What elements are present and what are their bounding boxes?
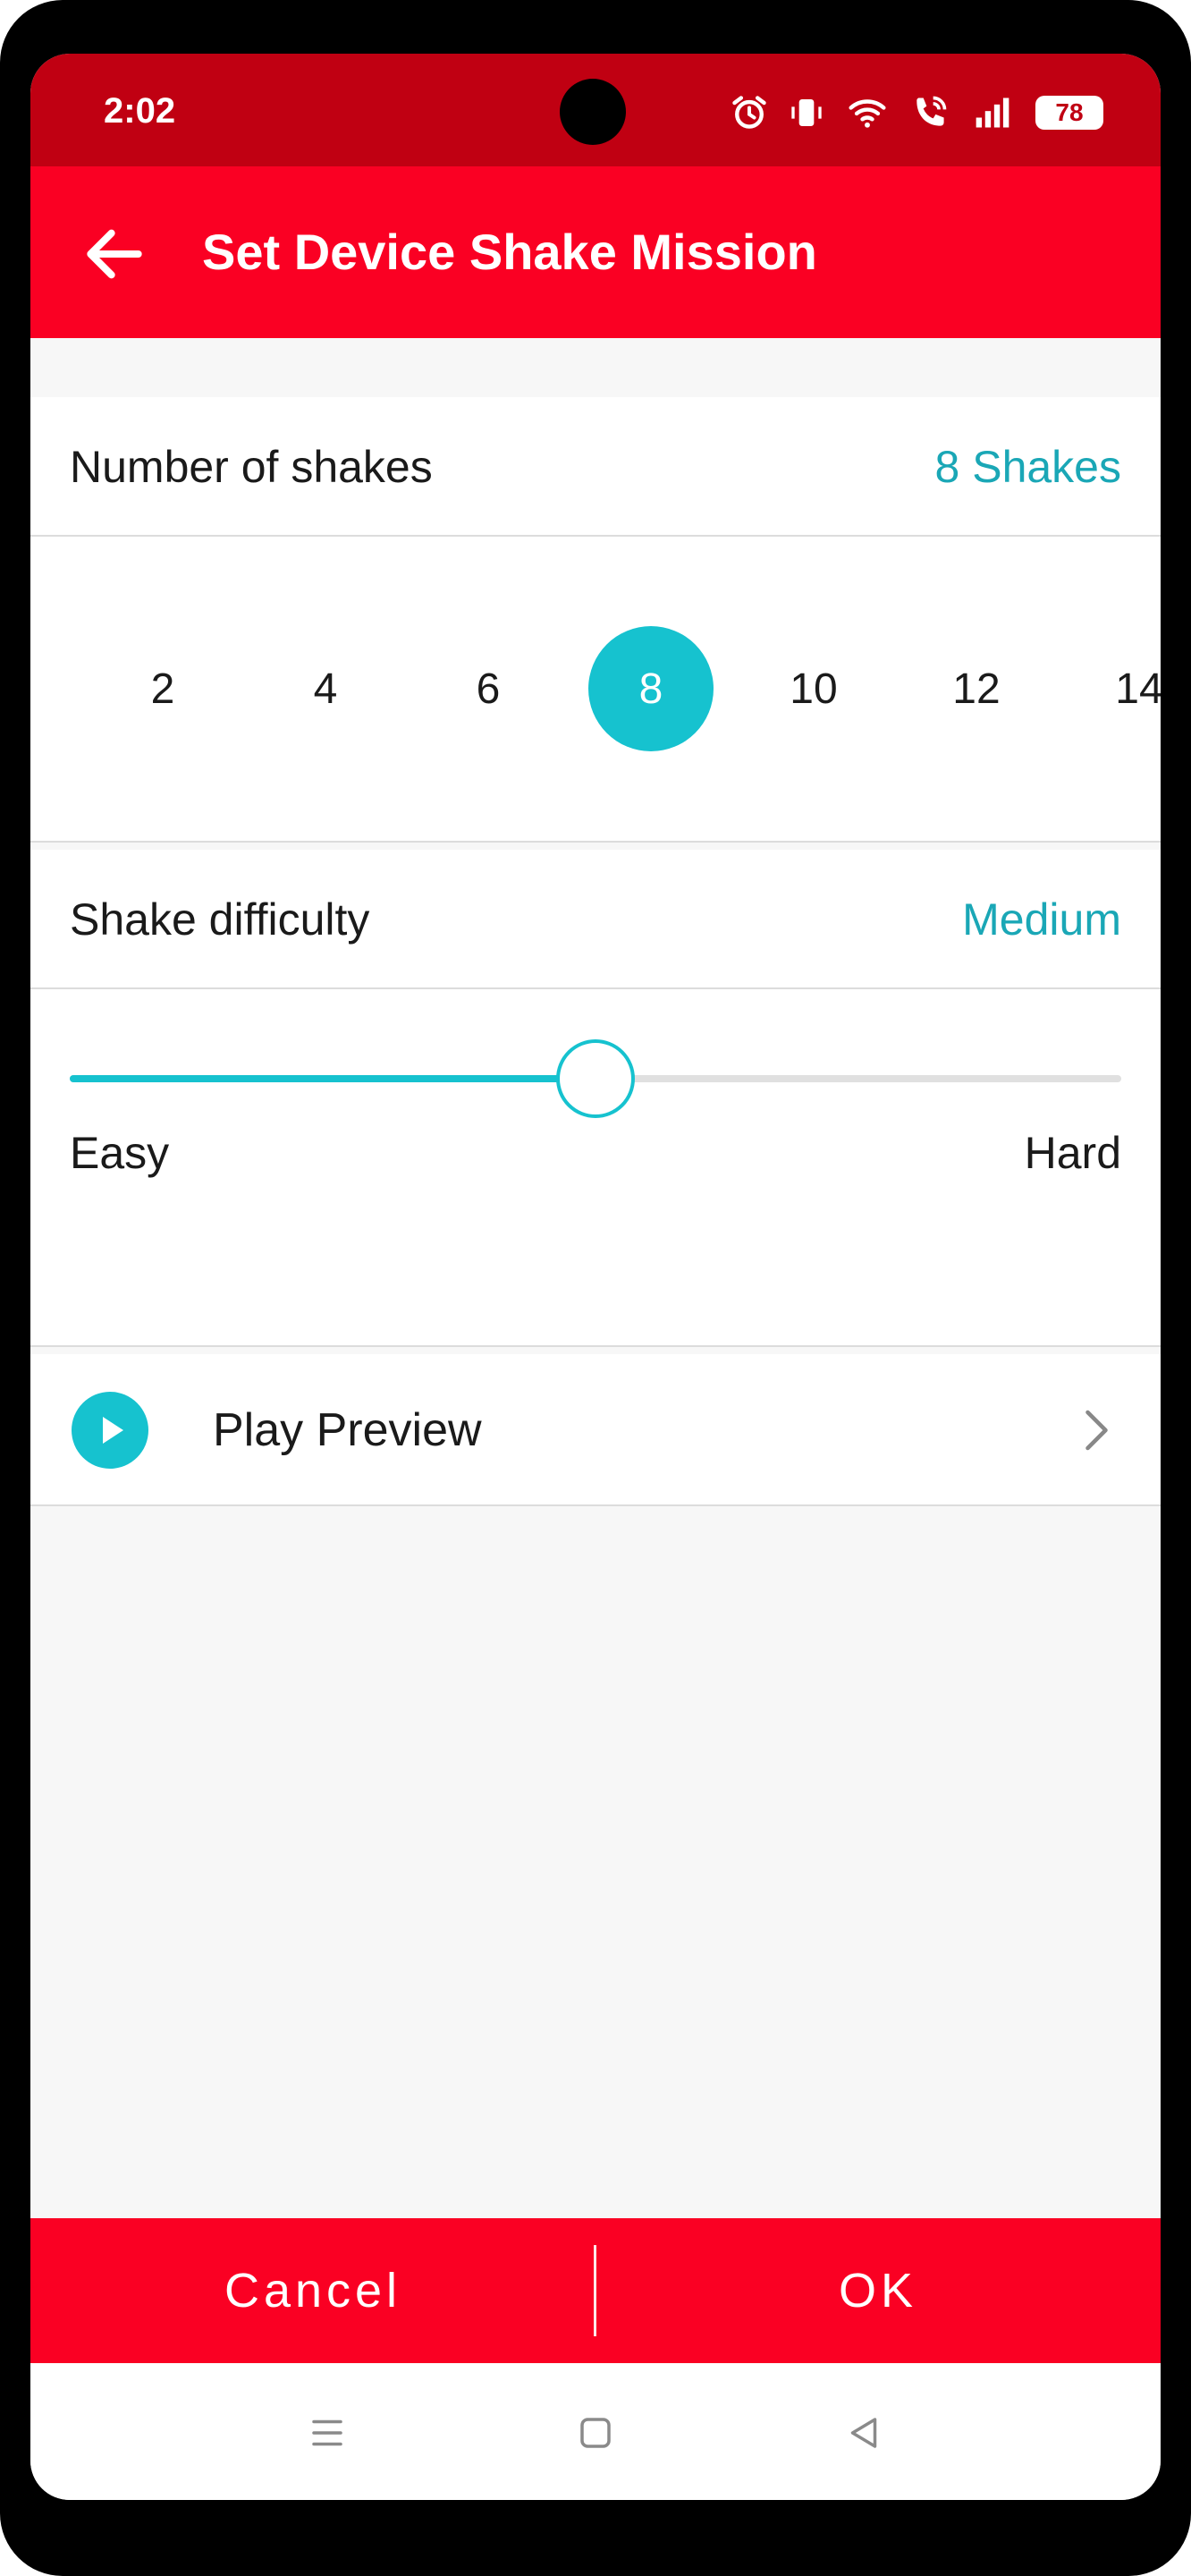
difficulty-value: Medium: [962, 894, 1121, 945]
recents-icon[interactable]: [300, 2406, 354, 2460]
status-icons: 78: [730, 89, 1103, 136]
shakes-header: Number of shakes 8 Shakes: [30, 397, 1161, 537]
difficulty-header: Shake difficulty Medium: [30, 850, 1161, 989]
camera-cutout: [560, 79, 626, 145]
vibrate-icon: [789, 93, 824, 132]
shake-options: 2 4 6 8 10 12 14: [30, 537, 1161, 841]
chevron-right-icon: [1068, 1403, 1121, 1457]
cancel-button[interactable]: Cancel: [30, 2218, 596, 2363]
shakes-card: Number of shakes 8 Shakes 2 4 6 8 10 12 …: [30, 397, 1161, 843]
shake-option[interactable]: 4: [263, 626, 388, 751]
shakes-label: Number of shakes: [70, 442, 433, 492]
shake-option[interactable]: 10: [751, 626, 876, 751]
slider-thumb[interactable]: [556, 1039, 635, 1118]
slider-fill: [70, 1075, 596, 1082]
signal-icon: [969, 93, 1016, 132]
system-nav-bar: [30, 2363, 1161, 2500]
alarm-icon: [730, 93, 769, 132]
slider-max-label: Hard: [1024, 1128, 1121, 1178]
slider-min-label: Easy: [70, 1128, 170, 1178]
wifi-call-icon: [910, 93, 950, 132]
status-time: 2:02: [104, 91, 176, 131]
button-divider: [594, 2245, 596, 2336]
difficulty-label: Shake difficulty: [70, 894, 370, 945]
device-frame: 2:02 78 Set Device Shake Mission Number …: [0, 0, 1191, 2576]
shake-option-selected[interactable]: 8: [588, 626, 714, 751]
screen: 2:02 78 Set Device Shake Mission Number …: [30, 54, 1161, 2500]
status-bar: 2:02 78: [30, 54, 1161, 166]
play-preview-row[interactable]: Play Preview: [30, 1354, 1161, 1506]
shake-option[interactable]: 14: [1077, 626, 1161, 751]
app-bar: Set Device Shake Mission: [30, 166, 1161, 338]
shake-option[interactable]: 6: [426, 626, 551, 751]
shake-option[interactable]: 2: [100, 626, 225, 751]
difficulty-card: Shake difficulty Medium Easy Hard: [30, 850, 1161, 1347]
battery-indicator: 78: [1035, 96, 1103, 130]
shakes-value: 8 Shakes: [934, 442, 1121, 492]
home-icon[interactable]: [569, 2406, 622, 2460]
difficulty-slider[interactable]: [70, 1034, 1121, 1123]
shake-option[interactable]: 12: [914, 626, 1039, 751]
page-title: Set Device Shake Mission: [202, 224, 817, 280]
bottom-action-bar: Cancel OK: [30, 2218, 1161, 2363]
wifi-icon: [844, 93, 891, 132]
ok-button[interactable]: OK: [596, 2218, 1161, 2363]
play-circle-icon: [72, 1392, 148, 1469]
arrow-left-icon[interactable]: [79, 218, 150, 290]
play-preview-label: Play Preview: [213, 1404, 482, 1456]
back-triangle-icon[interactable]: [837, 2406, 891, 2460]
